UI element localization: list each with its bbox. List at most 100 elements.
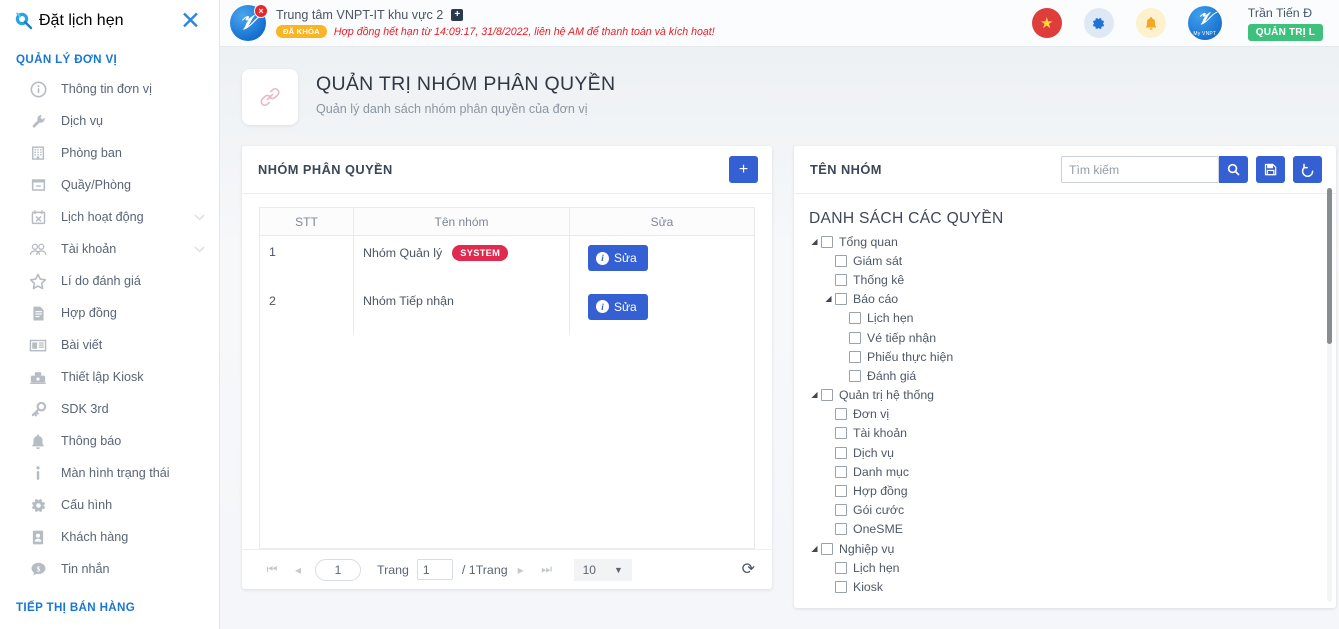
tree-node-5[interactable]: ◢Lịch hẹn (808, 309, 1318, 328)
tree-checkbox[interactable] (821, 542, 833, 555)
tree-node-15[interactable]: ◢Gói cước (808, 501, 1318, 520)
tree-node-4[interactable]: ◢ Báo cáo (808, 290, 1318, 309)
gear-icon[interactable] (1083, 8, 1114, 38)
sidebar-item-15[interactable]: Khách hàng (0, 521, 219, 553)
tree-node-9[interactable]: ◢ Quản trị hệ thống (808, 386, 1318, 405)
tree-checkbox[interactable] (835, 273, 847, 286)
permission-scrollbar[interactable] (1327, 188, 1332, 602)
appointment-logo-icon (14, 11, 33, 30)
close-icon[interactable]: ✕ (178, 8, 203, 33)
group-list-panel: NHÓM PHÂN QUYỀN + STT Tên nhóm Sửa 1 Nhóm… (242, 146, 772, 589)
chevron-down-icon[interactable] (193, 243, 205, 255)
next-page-icon[interactable]: ▸ (508, 563, 534, 577)
group-table-wrapper: STT Tên nhóm Sửa 1 Nhóm Quản lý SYSTEM i Sửa… (242, 194, 772, 549)
tree-checkbox[interactable] (835, 408, 847, 421)
sidebar-item-11[interactable]: SDK 3rd (0, 393, 219, 425)
sidebar-item-2[interactable]: Dịch vụ (0, 105, 219, 137)
save-button[interactable] (1256, 156, 1285, 183)
sidebar-item-3[interactable]: Phòng ban (0, 137, 219, 169)
tree-node-label: Kiosk (853, 579, 884, 594)
tree-node-label: OneSME (853, 522, 903, 537)
sidebar-item-12[interactable]: Thông báo (0, 425, 219, 457)
tree-node-18[interactable]: ◢Lịch hẹn (808, 558, 1318, 577)
column-header-edit: Sửa (569, 207, 755, 236)
tree-checkbox[interactable] (849, 350, 861, 363)
tree-checkbox[interactable] (835, 465, 847, 478)
prev-page-icon[interactable]: ◂ (285, 563, 311, 577)
tree-checkbox[interactable] (835, 254, 847, 267)
page-size-select[interactable]: 10 ▼ (573, 558, 632, 581)
edit-button[interactable]: i Sửa (588, 245, 648, 271)
logo-close-badge[interactable]: × (254, 4, 268, 18)
add-group-button[interactable]: + (729, 156, 758, 183)
tree-toggle-expanded-icon[interactable]: ◢ (808, 391, 821, 399)
tree-node-19[interactable]: ◢Kiosk (808, 577, 1318, 596)
group-table-head: STT Tên nhóm Sửa (259, 207, 755, 236)
tree-node-1[interactable]: ◢ Tổng quan (808, 232, 1318, 251)
vnpt-logo-icon[interactable]: 𝒱 × (230, 4, 268, 41)
tree-node-17[interactable]: ◢ Nghiệp vụ (808, 539, 1318, 558)
tree-toggle-expanded-icon[interactable]: ◢ (822, 295, 835, 303)
permission-scrollbar-thumb[interactable] (1327, 188, 1332, 344)
sidebar-item-16[interactable]: $ Tin nhắn (0, 553, 219, 585)
search-input[interactable] (1061, 156, 1219, 183)
sidebar-item-6[interactable]: Tài khoản (0, 233, 219, 265)
tree-checkbox[interactable] (849, 331, 861, 344)
tree-checkbox[interactable] (835, 561, 847, 574)
tree-checkbox[interactable] (835, 504, 847, 517)
myvnpt-avatar-icon[interactable]: 𝒱 My VNPT (1187, 6, 1222, 40)
tree-node-2[interactable]: ◢Giám sát (808, 251, 1318, 270)
sidebar-item-9[interactable]: Bài viết (0, 329, 219, 361)
sidebar-item-14[interactable]: Cấu hình (0, 489, 219, 521)
search-button[interactable] (1219, 156, 1248, 183)
tree-checkbox[interactable] (821, 235, 833, 248)
tree-checkbox[interactable] (835, 446, 847, 459)
tree-toggle-expanded-icon[interactable]: ◢ (808, 237, 821, 246)
tree-checkbox[interactable] (835, 523, 847, 536)
tree-checkbox[interactable] (835, 580, 847, 593)
tree-node-12[interactable]: ◢Dịch vụ (808, 443, 1318, 462)
sidebar-item-7[interactable]: Lí do đánh giá (0, 265, 219, 297)
tree-node-3[interactable]: ◢Thống kê (808, 270, 1318, 289)
sidebar-item-13[interactable]: Màn hình trạng thái (0, 457, 219, 489)
pagination-bar: ⏮ ◂ 1 Trang / 1Trang ▸ ⏭ 10 ▼ ⟳ (242, 549, 772, 589)
bell-icon[interactable] (1135, 8, 1166, 38)
sidebar-item-10[interactable]: Thiết lập Kiosk (0, 361, 219, 393)
sidebar-brand[interactable]: Đặt lịch hẹn (14, 11, 124, 30)
current-page-button[interactable]: 1 (315, 558, 361, 581)
first-page-icon[interactable]: ⏮ (259, 562, 285, 577)
reset-button[interactable] (1293, 156, 1322, 183)
tree-node-6[interactable]: ◢Vé tiếp nhận (808, 328, 1318, 347)
sidebar-item-4[interactable]: Quầy/Phòng (0, 169, 219, 201)
sidebar-item-8[interactable]: Hợp đồng (0, 297, 219, 329)
sidebar-item-label: Bài viết (61, 338, 103, 352)
refresh-icon[interactable]: ⟳ (742, 561, 755, 578)
tree-node-8[interactable]: ◢Đánh giá (808, 366, 1318, 385)
tree-node-16[interactable]: ◢OneSME (808, 520, 1318, 539)
tree-node-14[interactable]: ◢Hợp đồng (808, 481, 1318, 500)
tree-node-13[interactable]: ◢Danh mục (808, 462, 1318, 481)
tree-checkbox[interactable] (821, 389, 833, 402)
chevron-down-icon[interactable] (193, 211, 205, 223)
tree-checkbox[interactable] (835, 485, 847, 498)
tree-node-11[interactable]: ◢Tài khoản (808, 424, 1318, 443)
column-header-stt: STT (259, 207, 354, 236)
sidebar-item-1[interactable]: Thông tin đơn vị (0, 73, 219, 105)
flag-icon[interactable]: ★ (1031, 8, 1062, 38)
table-row[interactable]: 2 Nhóm Tiếp nhận i Sửa (259, 284, 755, 334)
page-number-input[interactable] (416, 559, 453, 580)
tree-checkbox[interactable] (835, 293, 847, 306)
tree-node-10[interactable]: ◢Đơn vị (808, 405, 1318, 424)
tree-node-7[interactable]: ◢Phiếu thực hiện (808, 347, 1318, 366)
tree-toggle-expanded-icon[interactable]: ◢ (808, 544, 821, 553)
sidebar-item-5[interactable]: Lịch hoạt động (0, 201, 219, 233)
user-menu[interactable]: Trần Tiến Đ QUẢN TRỊ L (1247, 6, 1323, 41)
tree-checkbox[interactable] (835, 427, 847, 440)
panels-row: NHÓM PHÂN QUYỀN + STT Tên nhóm Sửa 1 Nhóm… (220, 125, 1339, 608)
plus-square-icon[interactable]: + (451, 9, 464, 21)
last-page-icon[interactable]: ⏭ (534, 562, 560, 577)
tree-checkbox[interactable] (849, 369, 861, 382)
edit-button[interactable]: i Sửa (588, 293, 648, 320)
tree-checkbox[interactable] (849, 312, 861, 325)
table-row[interactable]: 1 Nhóm Quản lý SYSTEM i Sửa (259, 235, 755, 285)
